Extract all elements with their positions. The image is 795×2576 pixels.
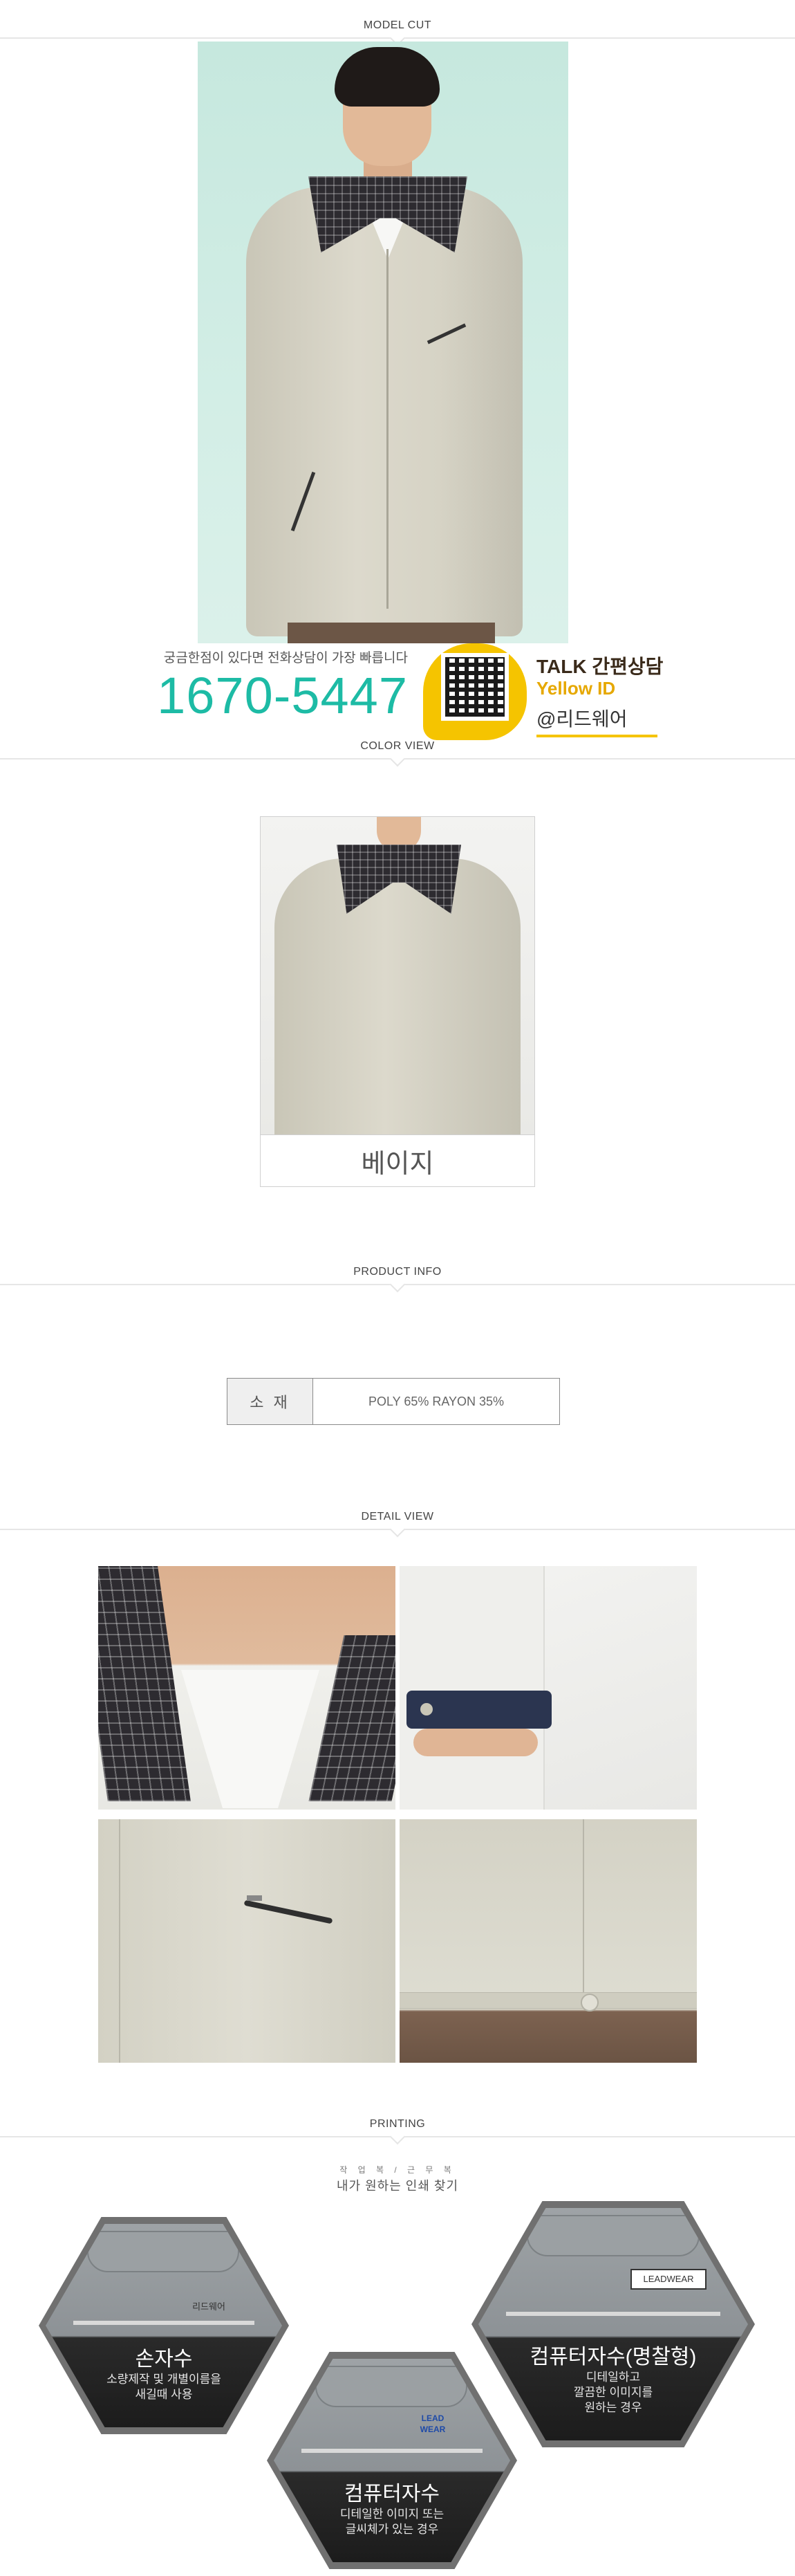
shirt-collar [181, 1670, 319, 1808]
name-tag-patch: LEADWEAR [630, 2269, 707, 2290]
embroidery-sample: LEAD WEAR [420, 2413, 446, 2434]
hex-photo: LEADWEAR 컴퓨터자수(명찰형) 디테일하고 깔끔한 이미지를 원하는 경… [478, 2208, 748, 2440]
jacket-body [246, 187, 523, 636]
zipper-pocket [243, 1899, 333, 1924]
option-title: 손자수 [135, 2348, 193, 2371]
zipper-pull [247, 1895, 262, 1901]
color-name: 베이지 [361, 1150, 434, 1179]
reflective-stripe [301, 2449, 483, 2453]
option-title: 컴퓨터자수 [344, 2483, 440, 2505]
cuff-button [420, 1703, 433, 1715]
seam [583, 1819, 584, 1992]
printing-subtitle: 내가 원하는 인쇄 찾기 [336, 2179, 459, 2193]
option-desc-line2: 글씨체가 있는 경우 [345, 2523, 439, 2536]
model-hair [335, 47, 440, 107]
print-option-computer-embroidery[interactable]: LEAD WEAR 컴퓨터자수 디테일한 이미지 또는 글씨체가 있는 경우 [267, 2352, 517, 2569]
check-collar-left [98, 1566, 191, 1801]
hex-photo: 리드웨어 손자수 소량제작 및 개별이름을 새길때 사용 [46, 2224, 282, 2427]
detail-hem-photo [400, 1819, 697, 2063]
contact-banner: 궁금한점이 있다면 전화상담이 가장 빠릅니다 1670-5447 TALK 간… [111, 643, 677, 740]
embroidery-sample: 리드웨어 [192, 2301, 225, 2312]
material-value: POLY 65% RAYON 35% [368, 1394, 505, 1408]
hex-photo: LEAD WEAR 컴퓨터자수 디테일한 이미지 또는 글씨체가 있는 경우 [274, 2359, 510, 2562]
check-collar-right [308, 1635, 395, 1801]
detail-cuff-photo [400, 1566, 697, 1810]
seam [119, 1819, 120, 2063]
hand [413, 1729, 538, 1756]
section-header-product-info: PRODUCT INFO [0, 1266, 795, 1294]
hem-band [400, 1992, 697, 2009]
contact-tagline: 궁금한점이 있다면 전화상담이 가장 빠릅니다 [163, 651, 408, 665]
shirt-collar [315, 2366, 467, 2407]
shirt-collar [87, 2231, 239, 2272]
color-card-beige[interactable]: 베이지 [260, 816, 535, 1187]
section-header-color-view: COLOR VIEW [0, 740, 795, 768]
option-desc-line3: 원하는 경우 [584, 2401, 642, 2414]
reflective-stripe [73, 2321, 254, 2325]
printing-subtitle-small: 작 업 복 / 근 무 복 [339, 2165, 456, 2175]
divider-notch [389, 2128, 406, 2145]
talk-title: TALK 간편상담 [536, 656, 664, 677]
detail-pocket-photo [98, 1819, 395, 2063]
print-option-name-tag-embroidery[interactable]: LEADWEAR 컴퓨터자수(명찰형) 디테일하고 깔끔한 이미지를 원하는 경… [471, 2201, 755, 2447]
print-option-hand-embroidery[interactable]: 리드웨어 손자수 소량제작 및 개별이름을 새길때 사용 [39, 2217, 289, 2434]
material-key: 소 재 [227, 1379, 313, 1424]
option-desc-line1: 소량제작 및 개별이름을 [106, 2373, 221, 2386]
hem-button [581, 1994, 599, 2012]
model-photo [198, 42, 568, 643]
option-desc-line2: 새길때 사용 [135, 2388, 193, 2401]
divider-notch [389, 1521, 406, 1538]
shirt-collar [527, 2215, 700, 2256]
kakao-id[interactable]: @리드웨어 [536, 704, 657, 737]
front-zipper [386, 249, 389, 609]
divider-notch [389, 751, 406, 767]
color-photo [261, 817, 534, 1135]
option-desc-line2: 깔끔한 이미지를 [573, 2386, 653, 2399]
model-pants [288, 623, 495, 643]
qr-code-icon[interactable] [441, 653, 509, 721]
sleeve [400, 1566, 545, 1810]
section-header-detail-view: DETAIL VIEW [0, 1511, 795, 1538]
option-desc-line1: 디테일한 이미지 또는 [339, 2508, 445, 2521]
detail-collar-photo [98, 1566, 395, 1810]
material-table: 소 재 POLY 65% RAYON 35% [227, 1378, 560, 1425]
jacket-body [274, 858, 521, 1134]
reflective-stripe [506, 2312, 720, 2316]
divider-notch [389, 1276, 406, 1293]
option-desc-line1: 디테일하고 [586, 2371, 641, 2384]
phone-number[interactable]: 1670-5447 [118, 668, 408, 724]
section-header-printing: PRINTING [0, 2118, 795, 2146]
yellow-id-label: Yellow ID [536, 678, 616, 699]
option-title: 컴퓨터자수(명찰형) [530, 2346, 697, 2368]
